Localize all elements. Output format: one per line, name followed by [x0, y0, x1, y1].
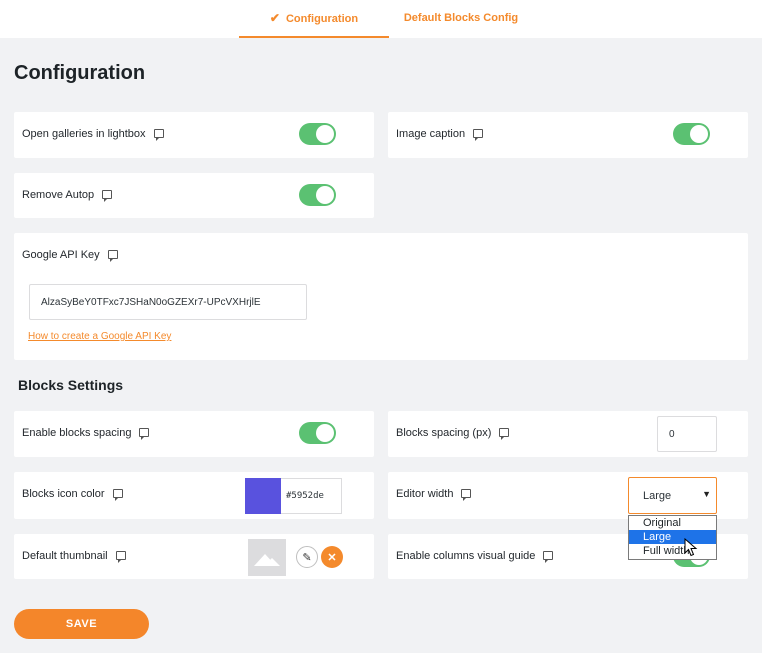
- comment-icon[interactable]: [139, 427, 150, 440]
- google-api-label: Google API Key: [22, 249, 118, 262]
- toggle-knob: [316, 424, 334, 442]
- lightbox-toggle[interactable]: [299, 123, 336, 145]
- mountain-shape: [264, 558, 280, 566]
- editor-width-option-original[interactable]: Original: [629, 516, 716, 530]
- comment-icon[interactable]: [473, 128, 484, 141]
- editor-width-select[interactable]: Large ▼: [628, 477, 717, 514]
- tab-configuration[interactable]: ✔ Configuration: [239, 0, 389, 38]
- columns-guide-label: Enable columns visual guide: [396, 550, 554, 563]
- default-thumbnail-label: Default thumbnail: [22, 550, 126, 563]
- tab-configuration-label: Configuration: [285, 13, 359, 25]
- editor-width-label-text: Editor width: [396, 488, 454, 500]
- check-icon: ✔: [269, 11, 280, 25]
- blocks-spacing-label: Enable blocks spacing: [22, 427, 150, 440]
- default-thumbnail-label-text: Default thumbnail: [22, 550, 108, 562]
- blocks-spacing-setting-card: Enable blocks spacing: [14, 411, 374, 457]
- image-caption-label: Image caption: [396, 128, 484, 141]
- save-button[interactable]: SAVE: [14, 609, 149, 639]
- comment-icon[interactable]: [543, 550, 554, 563]
- page-title: Configuration: [14, 62, 146, 84]
- caret-down-icon: ▼: [702, 489, 711, 499]
- blocks-spacing-label-text: Enable blocks spacing: [22, 427, 132, 439]
- comment-icon[interactable]: [153, 128, 164, 141]
- lightbox-label-text: Open galleries in lightbox: [22, 128, 146, 140]
- blocks-settings-title: Blocks Settings: [18, 377, 124, 393]
- tab-default-blocks-config-label: Default Blocks Config: [403, 12, 519, 24]
- image-caption-toggle[interactable]: [673, 123, 710, 145]
- comment-icon[interactable]: [107, 249, 118, 262]
- remove-autop-setting-card: Remove Autop: [14, 173, 374, 218]
- blocks-spacing-px-setting-card: Blocks spacing (px) 0: [388, 411, 748, 457]
- lightbox-setting-card: Open galleries in lightbox: [14, 112, 374, 158]
- remove-autop-label-text: Remove Autop: [22, 189, 95, 201]
- comment-icon[interactable]: [499, 427, 510, 440]
- comment-icon[interactable]: [461, 488, 472, 501]
- toggle-knob: [316, 186, 334, 204]
- blocks-spacing-px-label: Blocks spacing (px): [396, 427, 510, 440]
- icon-color-setting-card: Blocks icon color #5952de: [14, 472, 374, 519]
- edit-thumbnail-button[interactable]: ✎: [296, 546, 318, 568]
- editor-width-option-full-width[interactable]: Full width: [629, 544, 716, 558]
- columns-guide-label-text: Enable columns visual guide: [396, 550, 536, 562]
- tab-default-blocks-config[interactable]: Default Blocks Config: [389, 0, 533, 38]
- close-icon: ✕: [327, 551, 337, 564]
- default-thumbnail-setting-card: Default thumbnail ✎ ✕: [14, 534, 374, 579]
- editor-width-selected-value: Large: [643, 489, 672, 502]
- thumbnail-placeholder-image[interactable]: [248, 539, 286, 576]
- blocks-spacing-toggle[interactable]: [299, 422, 336, 444]
- remove-autop-toggle[interactable]: [299, 184, 336, 206]
- mouse-cursor-icon: [684, 538, 698, 557]
- google-api-key-input[interactable]: AlzaSyBeY0TFxc7JSHaN0oGZEXr7-UPcVXHrjlE: [29, 284, 307, 320]
- editor-width-label: Editor width: [396, 488, 472, 501]
- google-api-label-text: Google API Key: [22, 249, 100, 261]
- comment-icon[interactable]: [102, 189, 113, 202]
- editor-width-option-large[interactable]: Large: [629, 530, 716, 544]
- remove-thumbnail-button[interactable]: ✕: [321, 546, 343, 568]
- google-api-help-link[interactable]: How to create a Google API Key: [28, 331, 171, 342]
- remove-autop-label: Remove Autop: [22, 189, 113, 202]
- color-swatch[interactable]: [245, 478, 281, 514]
- lightbox-label: Open galleries in lightbox: [22, 128, 164, 141]
- tab-bar: ✔ Configuration Default Blocks Config: [0, 0, 762, 38]
- toggle-knob: [690, 125, 708, 143]
- comment-icon[interactable]: [115, 550, 126, 563]
- editor-width-setting-card: Editor width Large ▼: [388, 472, 748, 519]
- blocks-spacing-px-input[interactable]: 0: [657, 416, 717, 452]
- editor-width-dropdown: Original Large Full width: [628, 515, 717, 560]
- icon-color-label-text: Blocks icon color: [22, 488, 105, 500]
- toggle-knob: [316, 125, 334, 143]
- pencil-icon: ✎: [302, 551, 312, 564]
- color-hex-input[interactable]: #5952de: [281, 478, 342, 514]
- google-api-setting-card: Google API Key AlzaSyBeY0TFxc7JSHaN0oGZE…: [14, 233, 748, 360]
- image-caption-label-text: Image caption: [396, 128, 466, 140]
- image-caption-setting-card: Image caption: [388, 112, 748, 158]
- icon-color-label: Blocks icon color: [22, 488, 123, 501]
- comment-icon[interactable]: [112, 488, 123, 501]
- blocks-spacing-px-label-text: Blocks spacing (px): [396, 427, 492, 439]
